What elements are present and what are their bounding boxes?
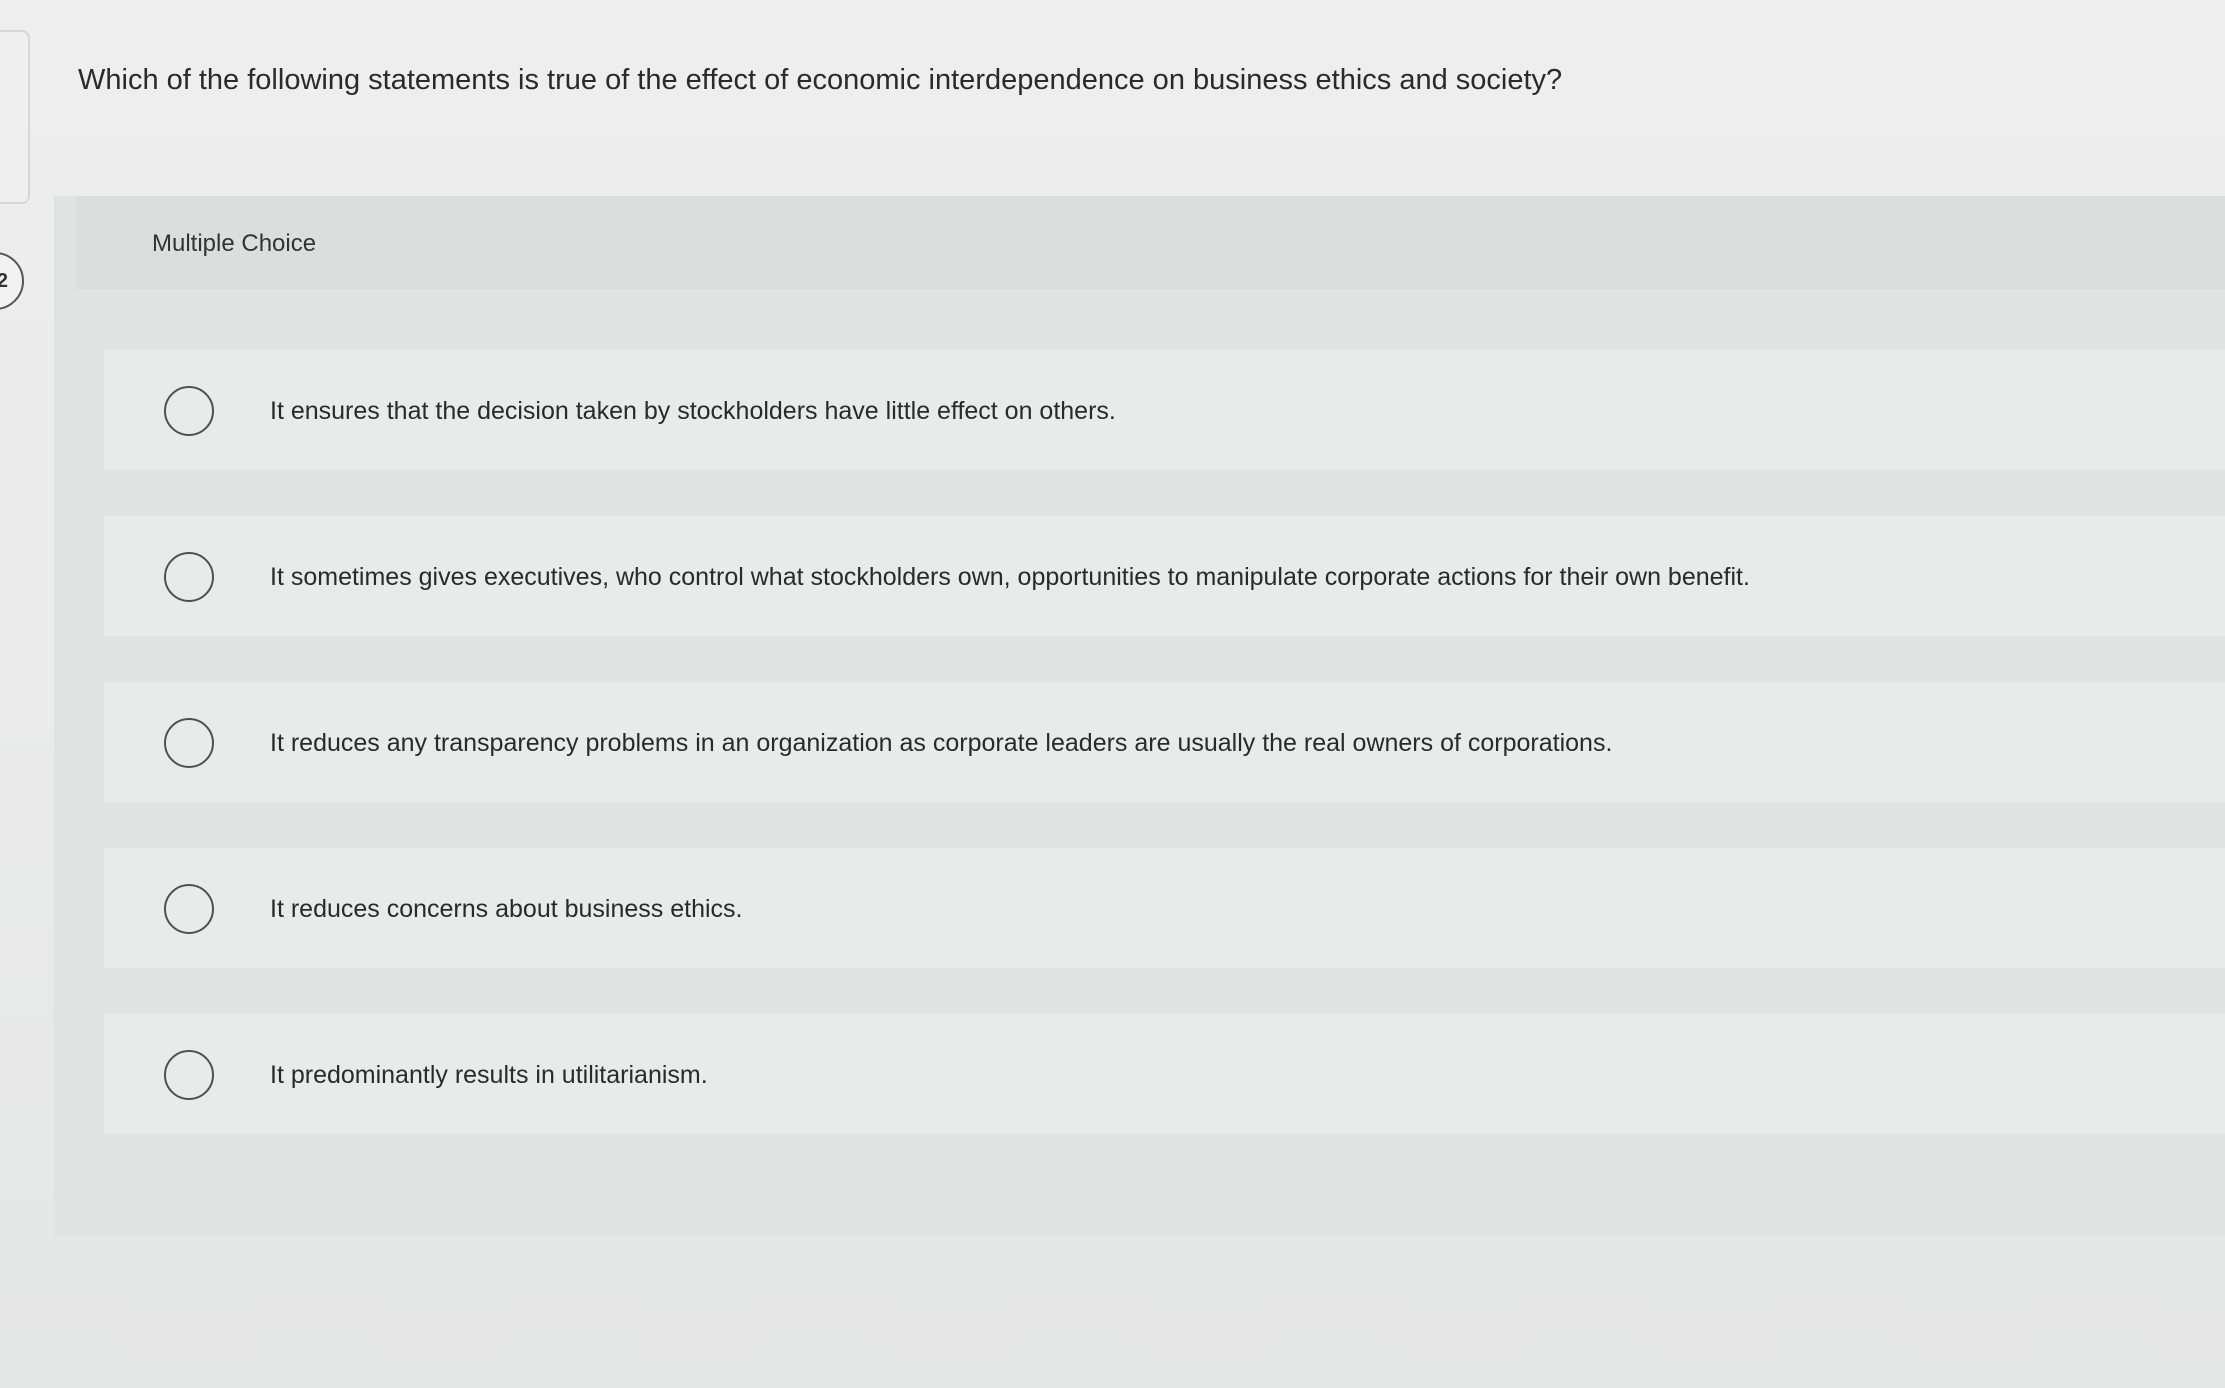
answer-choice[interactable]: It sometimes gives executives, who contr… [104,516,2225,636]
choice-text: It reduces any transparency problems in … [270,729,1613,757]
question-number-badge: 2 [0,252,24,310]
answer-choice[interactable]: It reduces any transparency problems in … [104,682,2225,802]
choice-radio-button[interactable] [164,884,214,934]
answer-choices: It ensures that the decision taken by st… [104,350,2225,1180]
answer-choice[interactable]: It ensures that the decision taken by st… [104,350,2225,470]
multiple-choice-label: Multiple Choice [152,230,317,257]
choice-radio-button[interactable] [164,386,214,436]
answer-choice[interactable]: It predominantly results in utilitariani… [104,1014,2225,1134]
choice-radio-button[interactable] [164,1050,214,1100]
multiple-choice-header [76,196,2225,290]
choice-radio-button[interactable] [164,552,214,602]
choice-text: It ensures that the decision taken by st… [270,397,1116,425]
choice-text: It predominantly results in utilitariani… [270,1061,708,1089]
question-page: 2 Which of the following statements is t… [0,0,2225,1388]
choice-text: It sometimes gives executives, who contr… [270,563,1750,591]
question-prompt: Which of the following statements is tru… [78,64,1563,96]
answer-choice[interactable]: It reduces concerns about business ethic… [104,848,2225,968]
choice-radio-button[interactable] [164,718,214,768]
choice-text: It reduces concerns about business ethic… [270,895,743,923]
question-nav-tab[interactable] [0,30,30,204]
